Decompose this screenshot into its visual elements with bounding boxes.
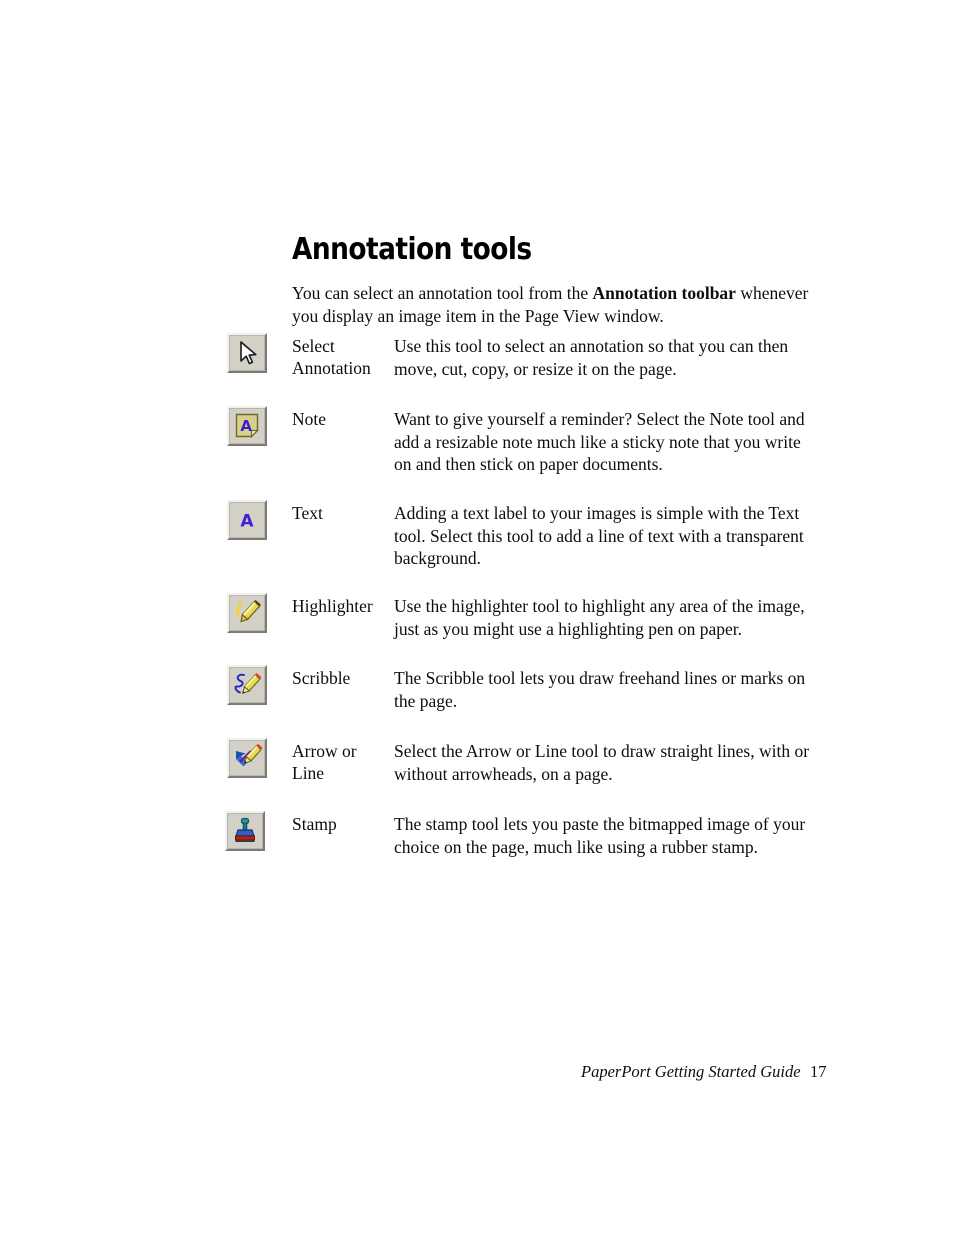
tool-icon-cell — [225, 811, 265, 851]
tool-description: Use the highlighter tool to highlight an… — [394, 596, 805, 639]
tool-icon-cell — [227, 665, 267, 705]
select-annotation-button[interactable] — [227, 333, 267, 373]
text-button[interactable]: A — [227, 500, 267, 540]
tool-label: Highlighter — [292, 596, 373, 616]
tool-description: Select the Arrow or Line tool to draw st… — [394, 741, 810, 784]
footer-guide-title: PaperPort Getting Started Guide — [581, 1062, 801, 1081]
tool-description: The stamp tool lets you paste the bitmap… — [394, 814, 806, 857]
document-page: Annotation tools You can select an annot… — [0, 0, 954, 1235]
svg-text:A: A — [240, 512, 254, 532]
tool-label: Stamp — [292, 814, 337, 834]
note-button[interactable]: A — [227, 406, 267, 446]
intro-bold-term: Annotation toolbar — [592, 282, 736, 303]
page-title: Annotation tools — [292, 232, 532, 268]
tool-description: The Scribble tool lets you draw freehand… — [394, 668, 806, 711]
tool-icon-cell — [227, 333, 267, 373]
svg-text:A: A — [240, 417, 252, 435]
tool-label: Note — [292, 409, 327, 429]
highlighter-button[interactable] — [227, 593, 267, 633]
tool-icon-cell — [227, 593, 267, 633]
tool-label: Select Annotation — [292, 336, 371, 378]
tool-description: Use this tool to select an annotation so… — [394, 336, 789, 379]
tool-description: Want to give yourself a reminder? Select… — [394, 409, 805, 474]
scribble-button[interactable] — [227, 665, 267, 705]
tool-label: Text — [292, 503, 323, 523]
tool-label: Scribble — [292, 668, 351, 688]
stamp-button[interactable] — [225, 811, 265, 851]
intro-paragraph: You can select an annotation tool from t… — [292, 282, 816, 328]
tool-icon-cell: A — [227, 500, 267, 540]
tool-icon-cell: A — [227, 406, 267, 446]
tool-description: Adding a text label to your images is si… — [394, 503, 804, 568]
intro-text-part1: You can select an annotation tool from t… — [292, 282, 593, 303]
arrow-or-line-button[interactable] — [227, 738, 267, 778]
tool-icon-cell — [227, 738, 267, 778]
tool-label: Arrow or Line — [292, 741, 357, 783]
footer-page-number: 17 — [810, 1062, 827, 1081]
